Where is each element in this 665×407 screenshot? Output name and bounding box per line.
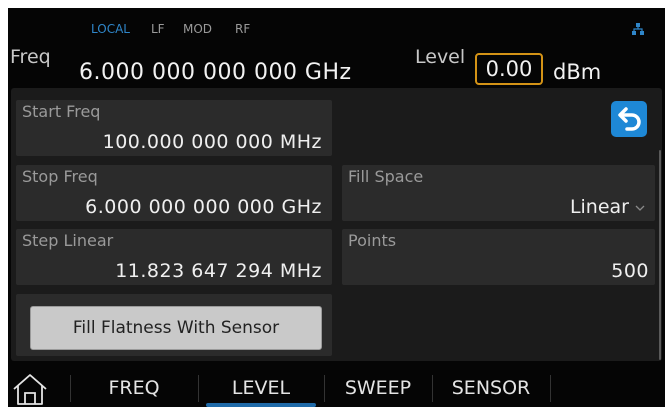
stop-freq-field[interactable]: Stop Freq 6.000 000 000 000 GHz	[16, 165, 332, 221]
instrument-screen: LOCAL LF MOD RF Freq 6.000 000 000 000 G…	[8, 8, 665, 407]
freq-value[interactable]: 6.000 000 000 000 GHz	[79, 60, 352, 85]
network-icon	[632, 23, 644, 35]
start-freq-label: Start Freq	[22, 102, 101, 121]
step-linear-value: 11.823 647 294 MHz	[115, 260, 322, 282]
tab-freq[interactable]: FREQ	[70, 370, 198, 407]
home-icon	[13, 374, 47, 405]
status-lf: LF	[151, 22, 165, 36]
home-button[interactable]	[8, 370, 70, 407]
fill-space-value: Linear	[569, 196, 629, 218]
stop-freq-value: 6.000 000 000 000 GHz	[85, 196, 322, 218]
status-rf: RF	[235, 22, 251, 36]
stop-freq-label: Stop Freq	[22, 167, 98, 186]
back-button[interactable]	[611, 101, 647, 137]
freq-label: Freq	[10, 46, 51, 68]
scrollbar[interactable]	[659, 150, 661, 360]
level-value-field[interactable]: 0.00	[475, 53, 543, 85]
fill-space-dropdown[interactable]: Fill Space Linear	[342, 165, 655, 221]
points-field[interactable]: Points 500	[342, 229, 655, 285]
start-freq-field[interactable]: Start Freq 100.000 000 000 MHz	[16, 100, 332, 156]
points-value: 500	[611, 260, 649, 282]
status-mod: MOD	[183, 22, 213, 36]
level-label: Level	[415, 46, 466, 68]
step-linear-field[interactable]: Step Linear 11.823 647 294 MHz	[16, 229, 332, 285]
tab-level[interactable]: LEVEL	[198, 370, 324, 407]
fill-flatness-button[interactable]: Fill Flatness With Sensor	[30, 306, 322, 350]
level-unit: dBm	[553, 60, 602, 84]
tab-divider	[550, 375, 551, 402]
status-local: LOCAL	[91, 22, 130, 36]
tab-sensor[interactable]: SENSOR	[432, 370, 550, 407]
step-linear-label: Step Linear	[22, 231, 114, 250]
tab-level-active-indicator	[206, 403, 316, 407]
back-arrow-icon	[618, 107, 641, 131]
chevron-down-icon	[635, 205, 645, 211]
points-label: Points	[348, 231, 397, 250]
fill-space-label: Fill Space	[348, 167, 424, 186]
start-freq-value: 100.000 000 000 MHz	[102, 131, 322, 153]
tab-sweep[interactable]: SWEEP	[324, 370, 432, 407]
